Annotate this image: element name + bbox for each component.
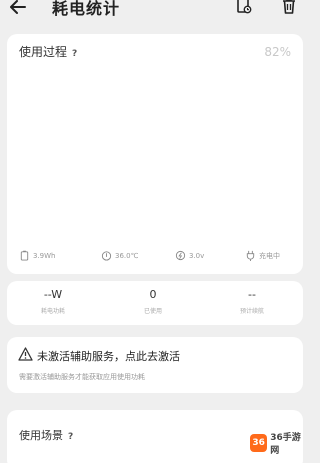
history-button[interactable] <box>235 0 253 15</box>
watermark-badge: 36 36手游网 <box>250 428 308 458</box>
delete-button[interactable] <box>280 0 298 15</box>
usage-stats-row: 3.9Wh 36.0℃ 3.0v 充电中 <box>17 250 297 264</box>
charging-stat: 充电中 <box>245 250 280 261</box>
page-title: 耗电统计 <box>52 0 121 18</box>
usage-process-card: 使用过程? 82% 3.9Wh 36.0℃ 3.0v 充电中 <box>7 34 303 274</box>
watermark-text: 36手游网 <box>270 433 301 456</box>
warning-icon <box>18 347 33 361</box>
charging-plug-icon <box>246 250 255 261</box>
app-header: 耗电统计 <box>0 0 310 18</box>
estimated-battery-life-item: -- 预计续航 <box>239 288 264 315</box>
back-button[interactable] <box>8 0 28 17</box>
voltage-icon <box>175 250 186 261</box>
thermometer-icon <box>101 251 112 261</box>
battery-percent: 82% <box>264 45 291 59</box>
voltage-stat: 3.0v <box>175 250 204 261</box>
capacity-stat: 3.9Wh <box>19 250 56 261</box>
watermark-logo: 36 <box>250 434 268 452</box>
warning-description: 需要激活辅助服务才能获取应用使用功耗 <box>19 373 145 381</box>
trash-icon <box>283 0 295 14</box>
help-icon[interactable]: ? <box>72 49 77 59</box>
power-summary-card: --W 耗电功耗 0 已使用 -- 预计续航 <box>7 281 303 325</box>
usage-scene-title: 使用场景? <box>19 429 74 442</box>
history-icon <box>237 0 252 14</box>
battery-icon <box>20 250 29 261</box>
usage-process-title: 使用过程? <box>19 45 78 59</box>
used-time-item: 0 已使用 <box>143 288 162 315</box>
temperature-stat: 36.0℃ <box>101 250 138 261</box>
back-arrow-icon <box>10 0 26 14</box>
help-icon[interactable]: ? <box>68 432 73 442</box>
accessibility-warning-card[interactable]: 未激活辅助服务，点此去激活 需要激活辅助服务才能获取应用使用功耗 <box>7 337 303 393</box>
warning-title: 未激活辅助服务，点此去激活 <box>37 350 180 363</box>
power-consumption-item: --W 耗电功耗 <box>40 288 65 315</box>
